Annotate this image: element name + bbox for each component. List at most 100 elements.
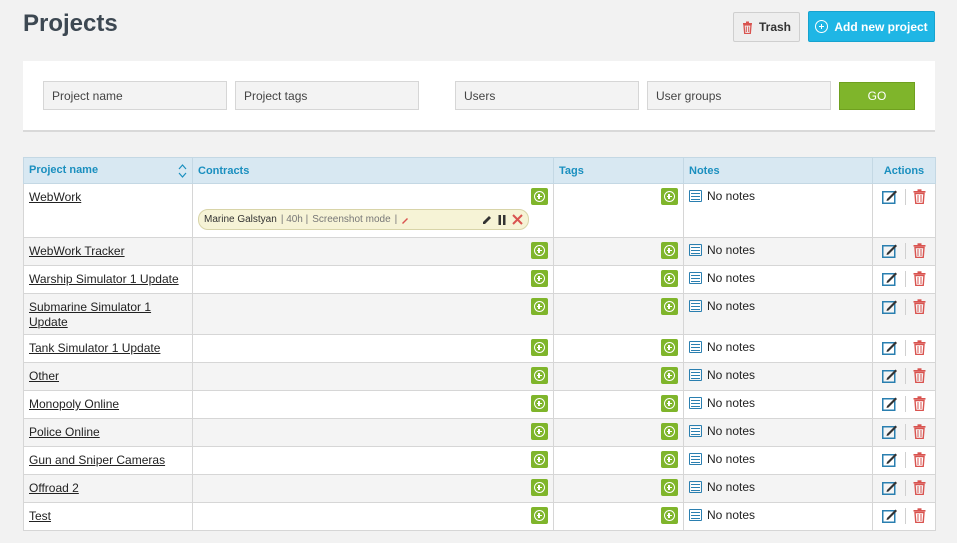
add-contract-button[interactable] [531, 451, 548, 468]
plus-circle-icon [534, 482, 545, 493]
plus-circle-icon [534, 191, 545, 202]
project-name-cell: Warship Simulator 1 Update [23, 265, 193, 294]
edit-icon[interactable] [882, 508, 898, 523]
add-contract-button[interactable] [531, 395, 548, 412]
user-groups-filter[interactable] [647, 81, 831, 110]
delete-icon[interactable] [913, 340, 926, 355]
sort-icon[interactable] [178, 163, 187, 178]
edit-icon[interactable] [882, 480, 898, 495]
close-icon[interactable] [512, 214, 523, 225]
project-tags-filter[interactable] [235, 81, 419, 110]
add-contract-button[interactable] [531, 242, 548, 259]
pencil-icon[interactable] [401, 216, 409, 224]
notes-icon[interactable] [689, 369, 702, 381]
project-name-link[interactable]: Submarine Simulator 1 Update [29, 300, 151, 329]
project-name-filter[interactable] [43, 81, 227, 110]
add-tag-button[interactable] [661, 298, 678, 315]
notes-icon[interactable] [689, 481, 702, 493]
edit-contract-icon[interactable] [482, 215, 492, 225]
edit-icon[interactable] [882, 189, 898, 204]
delete-icon[interactable] [913, 424, 926, 439]
delete-icon[interactable] [913, 271, 926, 286]
column-header-project-name[interactable]: Project name [23, 157, 193, 184]
add-tag-button[interactable] [661, 451, 678, 468]
notes-icon[interactable] [689, 509, 702, 521]
project-name-link[interactable]: Gun and Sniper Cameras [29, 453, 165, 467]
add-contract-button[interactable] [531, 339, 548, 356]
plus-circle-icon [534, 454, 545, 465]
delete-icon[interactable] [913, 396, 926, 411]
notes-icon[interactable] [689, 425, 702, 437]
project-name-link[interactable]: Test [29, 509, 51, 523]
plus-circle-icon [534, 426, 545, 437]
project-name-cell: Submarine Simulator 1 Update [23, 293, 193, 335]
contracts-cell [192, 474, 554, 503]
project-name-link[interactable]: WebWork [29, 190, 81, 204]
project-name-link[interactable]: Warship Simulator 1 Update [29, 272, 179, 286]
actions-cell [872, 474, 936, 503]
add-tag-button[interactable] [661, 188, 678, 205]
edit-icon[interactable] [882, 368, 898, 383]
add-new-project-button[interactable]: Add new project [808, 11, 935, 42]
edit-icon[interactable] [882, 424, 898, 439]
actions-cell [872, 446, 936, 475]
project-name-link[interactable]: Tank Simulator 1 Update [29, 341, 160, 355]
add-contract-button[interactable] [531, 423, 548, 440]
add-contract-button[interactable] [531, 270, 548, 287]
edit-icon[interactable] [882, 452, 898, 467]
table-row: WebWork Marine Galstyan | 40h | Screenshot… [23, 183, 936, 238]
notes-icon[interactable] [689, 341, 702, 353]
trash-button[interactable]: Trash [733, 12, 800, 42]
projects-table: Project name Contracts Tags Notes Action… [23, 157, 936, 531]
delete-icon[interactable] [913, 299, 926, 314]
edit-icon[interactable] [882, 299, 898, 314]
project-name-cell: Monopoly Online [23, 390, 193, 419]
add-contract-button[interactable] [531, 367, 548, 384]
notes-text: No notes [707, 299, 756, 313]
add-tag-button[interactable] [661, 367, 678, 384]
pause-icon[interactable] [498, 214, 506, 225]
notes-cell: No notes [683, 418, 873, 447]
edit-icon[interactable] [882, 396, 898, 411]
add-contract-button[interactable] [531, 298, 548, 315]
delete-icon[interactable] [913, 508, 926, 523]
delete-icon[interactable] [913, 480, 926, 495]
add-tag-button[interactable] [661, 395, 678, 412]
add-tag-button[interactable] [661, 270, 678, 287]
notes-icon[interactable] [689, 190, 702, 202]
add-contract-button[interactable] [531, 188, 548, 205]
project-name-link[interactable]: Police Online [29, 425, 100, 439]
project-name-link[interactable]: WebWork Tracker [29, 244, 125, 258]
notes-icon[interactable] [689, 397, 702, 409]
add-contract-button[interactable] [531, 479, 548, 496]
notes-icon[interactable] [689, 453, 702, 465]
project-name-cell: Police Online [23, 418, 193, 447]
divider [905, 271, 906, 287]
edit-icon[interactable] [882, 271, 898, 286]
project-name-link[interactable]: Other [29, 369, 59, 383]
project-name-link[interactable]: Monopoly Online [29, 397, 119, 411]
edit-icon[interactable] [882, 340, 898, 355]
add-tag-button[interactable] [661, 507, 678, 524]
add-tag-button[interactable] [661, 423, 678, 440]
edit-icon[interactable] [882, 243, 898, 258]
notes-icon[interactable] [689, 272, 702, 284]
column-header-tags: Tags [553, 157, 684, 184]
users-filter[interactable] [455, 81, 639, 110]
delete-icon[interactable] [913, 368, 926, 383]
delete-icon[interactable] [913, 189, 926, 204]
add-tag-button[interactable] [661, 242, 678, 259]
tags-cell [553, 502, 684, 531]
add-tag-button[interactable] [661, 339, 678, 356]
project-name-link[interactable]: Offroad 2 [29, 481, 79, 495]
add-contract-button[interactable] [531, 507, 548, 524]
notes-text: No notes [707, 271, 756, 285]
delete-icon[interactable] [913, 452, 926, 467]
notes-icon[interactable] [689, 244, 702, 256]
go-button[interactable]: GO [839, 82, 915, 110]
notes-icon[interactable] [689, 300, 702, 312]
add-tag-button[interactable] [661, 479, 678, 496]
contracts-cell [192, 446, 554, 475]
divider [905, 480, 906, 496]
delete-icon[interactable] [913, 243, 926, 258]
